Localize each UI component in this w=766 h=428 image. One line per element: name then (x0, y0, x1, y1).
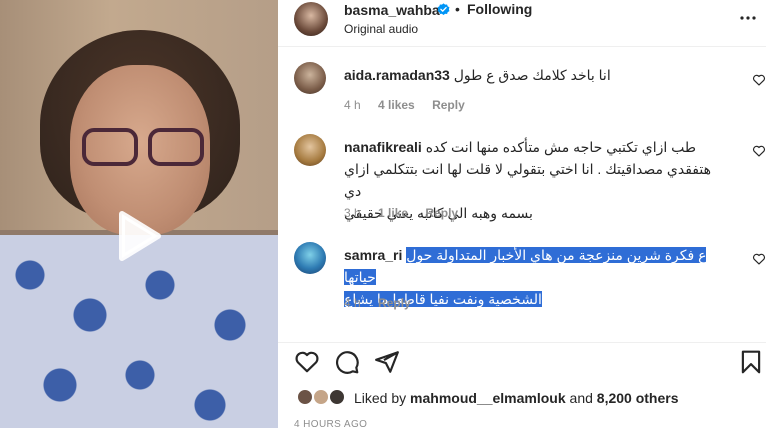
comment-likes[interactable]: 1 like (378, 206, 408, 220)
reply-button[interactable]: Reply (432, 98, 465, 112)
commenter-avatar[interactable] (294, 62, 326, 94)
bookmark-icon[interactable] (738, 349, 764, 375)
audio-link[interactable]: Original audio (344, 22, 418, 36)
comment-likes[interactable]: 4 likes (378, 98, 415, 112)
video-subject-glasses-left (82, 128, 138, 166)
play-button[interactable] (104, 204, 168, 268)
liked-by-and: and (569, 390, 593, 406)
liked-by-others[interactable]: 8,200 others (597, 390, 679, 406)
reply-button[interactable]: Reply (425, 206, 458, 220)
reel-video[interactable] (0, 0, 278, 428)
commenter-username[interactable]: nanafikreali (344, 139, 422, 155)
comment-meta: 3 h 1 like Reply (344, 206, 472, 220)
share-icon[interactable] (374, 349, 400, 375)
post-details-panel: basma_wahba • Following Original audio a… (278, 0, 766, 428)
comment-item: nanafikreali طب ازاي تكتبي حاجه مش متأكد… (278, 134, 766, 224)
comment-meta: 4 h 4 likes Reply (344, 98, 479, 112)
liker-avatar (328, 388, 346, 406)
liked-by-prefix: Liked by (354, 390, 407, 406)
more-options-icon[interactable] (736, 6, 760, 30)
comment-line: nanafikreali طب ازاي تكتبي حاجه مش متأكد… (344, 136, 728, 158)
heart-icon[interactable] (294, 349, 320, 375)
comment-body: انا باخد كلامك صدق ع طول (453, 67, 611, 83)
comment-item: aida.ramadan33 انا باخد كلامك صدق ع طول … (278, 62, 766, 122)
comment-line: samra_ri ع فكرة شرين منزعجة من هاي الأخب… (344, 244, 728, 288)
liked-by-row: Liked by mahmoud__elmamlouk and 8,200 ot… (278, 386, 766, 410)
commenter-avatar[interactable] (294, 242, 326, 274)
heart-icon[interactable] (752, 144, 766, 158)
comment-icon[interactable] (334, 349, 360, 375)
author-avatar[interactable] (294, 2, 328, 36)
video-subject-glasses-right (148, 128, 204, 166)
post-timestamp[interactable]: 4 HOURS AGO (294, 419, 367, 428)
reply-button[interactable]: Reply (378, 296, 411, 310)
commenter-username[interactable]: samra_ri (344, 247, 402, 263)
heart-icon[interactable] (752, 73, 766, 87)
comment-time: 4 h (344, 98, 361, 112)
liked-by-user[interactable]: mahmoud__elmamlouk (410, 390, 566, 406)
comment-time: 3 h (344, 206, 361, 220)
commenter-username[interactable]: aida.ramadan33 (344, 67, 450, 83)
comment-body: طب ازاي تكتبي حاجه مش متأكده منها انت كد… (425, 139, 697, 155)
comment-line: هتفقدي مصداقيتك . انا اختي بتقولي لا قلت… (344, 161, 711, 199)
verified-badge-icon (437, 3, 450, 16)
liked-by-text: Liked by mahmoud__elmamlouk and 8,200 ot… (354, 390, 679, 406)
comment-item: samra_ri ع فكرة شرين منزعجة من هاي الأخب… (278, 242, 766, 312)
comment-time: 4 h (344, 296, 361, 310)
comment-text: aida.ramadan33 انا باخد كلامك صدق ع طول (344, 64, 728, 86)
following-button[interactable]: Following (467, 1, 532, 17)
post-actions-bar (278, 342, 766, 378)
comment-meta: 4 h Reply (344, 296, 425, 310)
author-username[interactable]: basma_wahba (344, 2, 440, 18)
commenter-avatar[interactable] (294, 134, 326, 166)
post-header: basma_wahba • Following Original audio (278, 0, 766, 47)
play-icon (119, 211, 161, 261)
header-separator: • (455, 1, 460, 17)
heart-icon[interactable] (752, 252, 766, 266)
